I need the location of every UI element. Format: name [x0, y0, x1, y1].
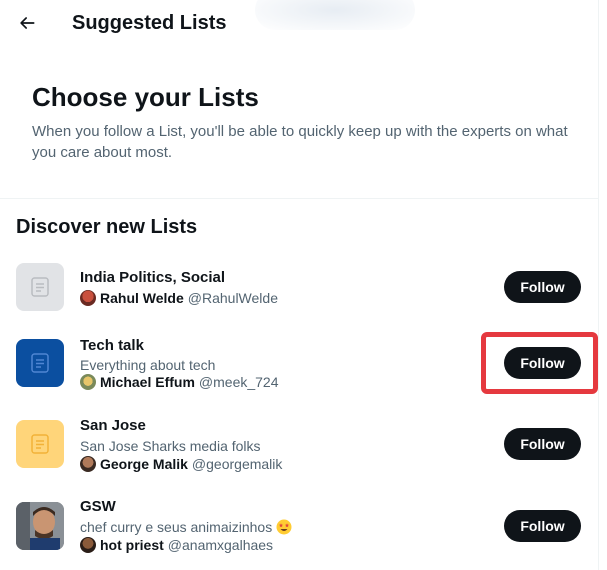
owner-handle: @RahulWelde [187, 290, 278, 306]
owner-name: Rahul Welde [100, 290, 184, 306]
star-struck-emoji-icon [276, 519, 292, 535]
follow-button[interactable]: Follow [504, 428, 581, 460]
list-thumbnail [16, 339, 64, 387]
list-owner: Michael Effum @meek_724 [80, 373, 279, 391]
owner-handle: @meek_724 [198, 374, 279, 390]
list-owner: hot priest @anamxgalhaes [80, 536, 273, 554]
follow-button[interactable]: Follow [504, 271, 581, 303]
avatar [80, 290, 96, 306]
page-title: Suggested Lists [72, 12, 227, 34]
owner-handle: @georgemalik [191, 456, 283, 472]
follow-button[interactable]: Follow [504, 347, 581, 379]
intro-description: When you follow a List, you'll be able t… [32, 123, 568, 161]
list-name: GSW [80, 498, 116, 515]
list-description: Everything about tech [80, 357, 216, 373]
owner-name: hot priest [100, 537, 164, 553]
intro-title: Choose your Lists [32, 82, 259, 112]
column-border [598, 0, 599, 570]
list-thumbnail [16, 420, 64, 468]
list-thumbnail-photo [16, 502, 64, 550]
list-description: chef curry e seus animaizinhos [80, 518, 292, 536]
avatar [80, 456, 96, 472]
avatar [80, 537, 96, 553]
search-bar-shadow [255, 0, 415, 30]
discover-section-title: Discover new Lists [16, 216, 198, 238]
list-owner: Rahul Welde @RahulWelde [80, 289, 278, 307]
list-item-san-jose[interactable]: San Jose San Jose Sharks media folks Geo… [0, 415, 598, 493]
back-button[interactable] [10, 6, 44, 40]
list-name: Tech talk [80, 337, 144, 354]
list-description: San Jose Sharks media folks [80, 438, 261, 454]
owner-name: Michael Effum [100, 374, 195, 390]
follow-button[interactable]: Follow [504, 510, 581, 542]
list-document-icon [28, 275, 52, 299]
owner-name: George Malik [100, 456, 188, 472]
list-document-icon [28, 432, 52, 456]
list-name: San Jose [80, 417, 146, 434]
section-divider [0, 198, 598, 199]
arrow-left-icon [17, 13, 37, 33]
list-item-india-politics[interactable]: India Politics, Social Rahul Welde @Rahu… [0, 258, 598, 336]
photo-thumbnail [16, 502, 64, 550]
list-thumbnail [16, 263, 64, 311]
list-owner: George Malik @georgemalik [80, 455, 282, 473]
owner-handle: @anamxgalhaes [167, 537, 274, 553]
list-document-icon [28, 351, 52, 375]
list-item-tech-talk[interactable]: Tech talk Everything about tech Michael … [0, 334, 598, 412]
list-item-gsw[interactable]: GSW chef curry e seus animaizinhos hot p… [0, 496, 598, 570]
intro-section: Choose your Lists When you follow a List… [32, 80, 572, 163]
top-header: Suggested Lists [0, 0, 607, 48]
list-name: India Politics, Social [80, 269, 226, 286]
avatar [80, 374, 96, 390]
